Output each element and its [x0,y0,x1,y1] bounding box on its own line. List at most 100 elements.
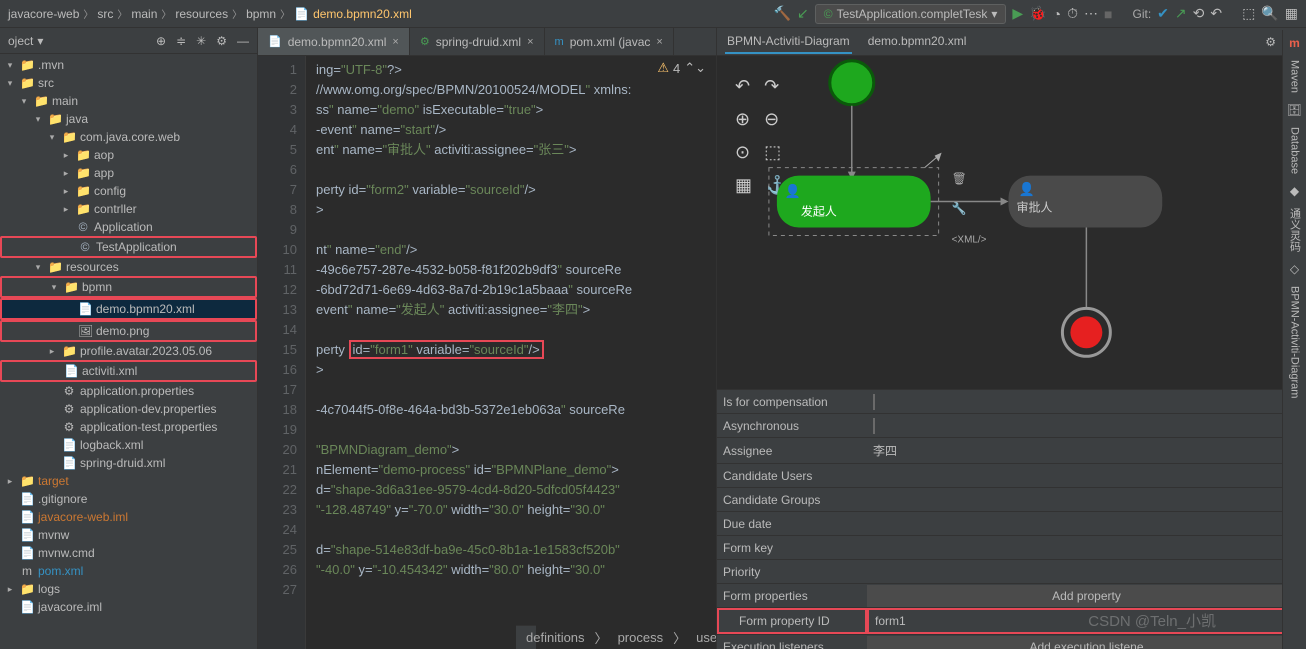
settings-icon[interactable]: ▦ [1285,5,1298,22]
tab-source[interactable]: demo.bpmn20.xml [866,30,969,54]
ai-icon[interactable]: ◆ [1290,184,1299,198]
tree-row[interactable]: ▾📁main [0,92,257,110]
breadcrumb-item-active[interactable]: 📄 demo.bpmn20.xml [294,7,412,21]
chevron-down-icon[interactable]: ▾ [37,34,43,48]
target-icon[interactable]: ⊕ [156,34,166,48]
tree-row[interactable]: 📄javacore.iml [0,598,257,616]
search-icon[interactable]: 🔍 [1261,5,1278,22]
property-value[interactable]: form1 [867,608,1306,634]
run-button[interactable]: ▶ [1012,5,1023,22]
tree-row[interactable]: 📄logback.xml [0,436,257,454]
tree-row[interactable]: 📄activiti.xml [0,360,257,382]
gear-icon[interactable]: ⚙ [216,34,227,48]
tree-row[interactable]: ⚙application-dev.properties [0,400,257,418]
project-tree[interactable]: ▾📁.mvn▾📁src▾📁main▾📁java▾📁com.java.core.w… [0,54,257,649]
tree-row[interactable]: ▸📁profile.avatar.2023.05.06 [0,342,257,360]
property-value[interactable]: 李四 [867,438,1306,463]
stop-button[interactable]: ■ [1104,6,1112,22]
gear-icon[interactable]: ⚙ [1265,35,1276,49]
code-content[interactable]: ing="UTF-8"?>//www.omg.org/spec/BPMN/201… [306,56,716,649]
tree-row[interactable]: 📄spring-druid.xml [0,454,257,472]
git-push-icon[interactable]: ↗ [1175,5,1187,22]
database-tool[interactable]: Database [1289,127,1301,174]
tree-row[interactable]: ©Application [0,218,257,236]
database-icon[interactable]: 🗄 [1287,103,1302,117]
debug-button[interactable]: 🐞 [1029,5,1046,22]
editor-tab[interactable]: 📄demo.bpmn20.xml× [258,28,410,55]
code-editor[interactable]: 1234567891011121314151617181920212223242… [258,56,716,649]
tree-row[interactable]: ▸📁aop [0,146,257,164]
maven-icon[interactable]: m [1289,36,1300,50]
inspection-badge[interactable]: ⚠ 4 ⌃⌄ [657,60,706,76]
run-config-selector[interactable]: © TestApplication.completTesk ▾ [815,4,1007,24]
tree-row[interactable]: ▾📁com.java.core.web [0,128,257,146]
tree-row[interactable]: ▸📁logs [0,580,257,598]
close-icon[interactable]: × [392,36,398,48]
property-value[interactable] [867,544,1306,552]
editor-tab[interactable]: mpom.xml (javac× [545,28,674,55]
breadcrumb-item[interactable]: resources [175,7,228,21]
chevron-icon[interactable]: ≑ [176,34,186,48]
close-icon[interactable]: × [527,36,533,48]
property-label: Candidate Users [717,465,867,487]
breadcrumb-item[interactable]: javacore-web [8,7,79,21]
tree-row[interactable]: ▾📁java [0,110,257,128]
ai-tool[interactable]: 通义灵码 [1287,208,1303,252]
maven-tool[interactable]: Maven [1289,60,1301,93]
tree-row[interactable]: 🖼demo.png [0,320,257,342]
editor-tab[interactable]: ⚙spring-druid.xml× [410,28,545,55]
hide-icon[interactable]: — [237,34,249,48]
layout-icon[interactable]: ⬚ [1242,5,1255,22]
tab-bpmn-diagram[interactable]: BPMN-Activiti-Diagram [725,30,852,54]
back-arrow-icon[interactable]: ↙ [797,5,809,22]
hammer-icon[interactable]: 🔨 [774,5,791,22]
tree-row[interactable]: 📄mvnw.cmd [0,544,257,562]
tree-row[interactable]: ▸📁target [0,472,257,490]
tree-row[interactable]: ▾📁resources [0,258,257,276]
tree-row[interactable]: 📄demo.bpmn20.xml [0,298,257,320]
profile-button[interactable]: ⏱ [1067,5,1078,22]
end-event-node[interactable] [1070,316,1102,348]
git-pull-icon[interactable]: ✔ [1157,5,1169,22]
breadcrumb-item[interactable]: bpmn [246,7,276,21]
tree-row[interactable]: ▾📁src [0,74,257,92]
tree-row[interactable]: 📄mvnw [0,526,257,544]
revert-icon[interactable]: ↶ [1210,5,1222,22]
breadcrumb[interactable]: javacore-web 〉 src 〉 main 〉 resources 〉 … [8,6,412,21]
tree-row[interactable]: ▾📁.mvn [0,56,257,74]
delete-icon[interactable]: 🗑 [952,172,967,186]
tree-row[interactable]: 📄javacore-web.iml [0,508,257,526]
attach-button[interactable]: ⋯ [1084,5,1098,22]
xml-label[interactable]: <XML/> [952,234,987,245]
property-value[interactable] [867,568,1306,576]
tree-row[interactable]: ▸📁app [0,164,257,182]
property-value[interactable] [867,472,1306,480]
checkbox[interactable] [873,418,875,434]
bpmn-tool[interactable]: BPMN-Activiti-Diagram [1289,286,1301,398]
breadcrumb-item[interactable]: src [97,7,113,21]
editor-breadcrumb-bar[interactable]: definitions〉 process〉 userTask〉 extensio… [516,625,536,649]
tree-row[interactable]: ▸📁contrller [0,200,257,218]
bpmn-diagram-canvas[interactable]: ↶↷ ⊕⊖ ⊙⬚ ▦⚓ 发起人 👤 🗑 [717,56,1306,389]
chevron-up-down-icon[interactable]: ⌃⌄ [684,60,706,76]
tree-row[interactable]: ▾📁bpmn [0,276,257,298]
tree-row[interactable]: ©TestApplication [0,236,257,258]
close-icon[interactable]: × [656,36,662,48]
start-event-node[interactable] [830,61,874,105]
add-button[interactable]: Add execution listene [867,636,1306,649]
add-button[interactable]: Add property [867,585,1306,607]
property-value[interactable] [867,496,1306,504]
tree-row[interactable]: mpom.xml [0,562,257,580]
tree-row[interactable]: ⚙application-test.properties [0,418,257,436]
bpmn-icon[interactable]: ◇ [1290,262,1299,276]
coverage-button[interactable]: ◔ [1053,6,1061,22]
tree-row[interactable]: 📄.gitignore [0,490,257,508]
tree-row[interactable]: ⚙application.properties [0,382,257,400]
property-value[interactable] [867,520,1306,528]
tree-row[interactable]: ▸📁config [0,182,257,200]
breadcrumb-item[interactable]: main [131,7,157,21]
history-icon[interactable]: ⟲ [1193,5,1205,22]
collapse-icon[interactable]: ✳ [196,34,206,48]
checkbox[interactable] [873,394,875,410]
wrench-icon[interactable]: 🔧 [952,201,967,216]
